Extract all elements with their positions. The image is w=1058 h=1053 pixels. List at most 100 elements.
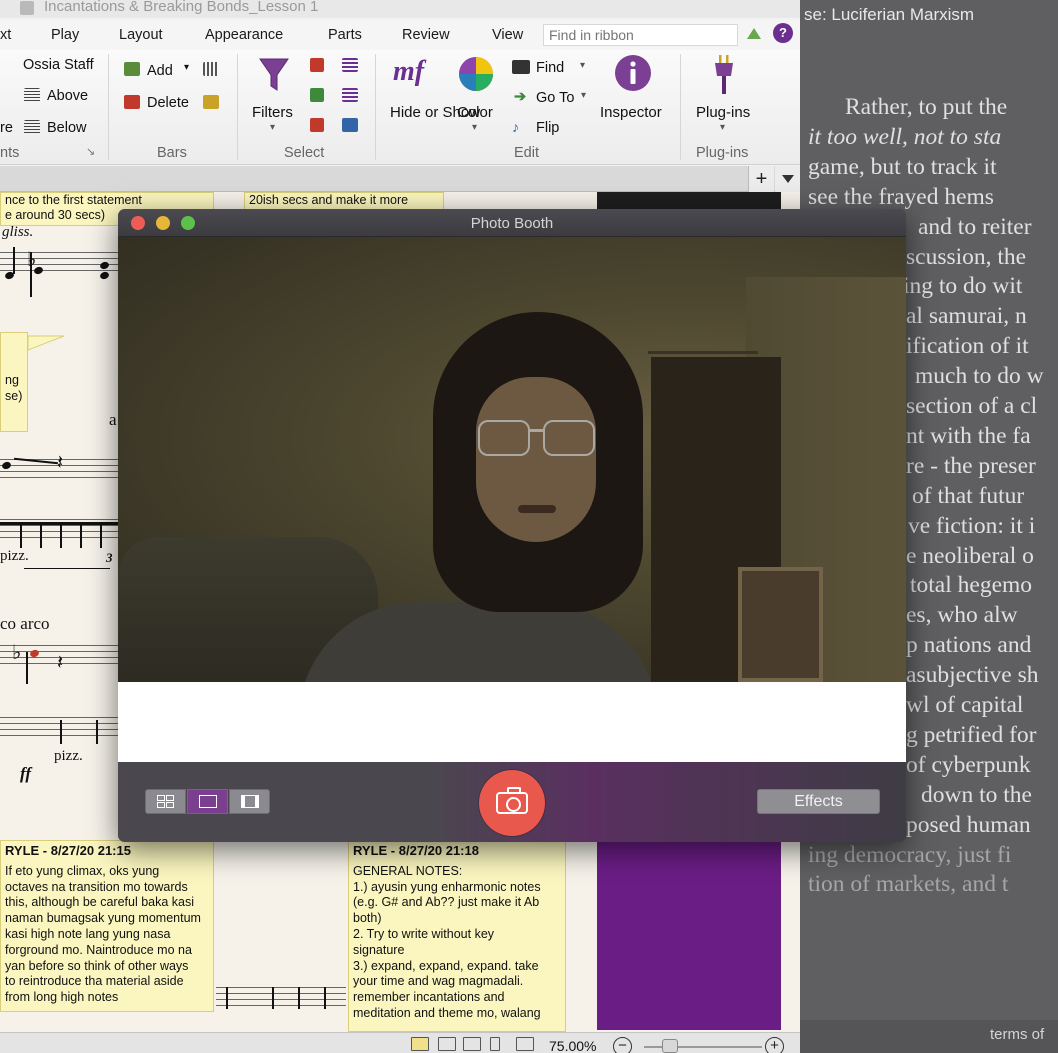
reader-line: and to reiter <box>918 213 1032 240</box>
video-mode-button[interactable] <box>229 789 270 814</box>
hide-or-show-icon: mf <box>393 56 425 87</box>
add-bar-dropdown-icon[interactable]: ▾ <box>184 62 189 73</box>
photo-booth-titlebar[interactable]: Photo Booth <box>118 209 906 237</box>
four-up-mode-button[interactable] <box>145 789 186 814</box>
photo-booth-title: Photo Booth <box>470 215 554 232</box>
view-single-page-icon[interactable] <box>490 1037 500 1051</box>
glasses-lens-left <box>478 420 530 456</box>
tab-appearance[interactable]: Appearance <box>205 27 283 43</box>
find-button[interactable]: Find <box>536 60 564 76</box>
reader-line: of cyberpunk <box>906 751 1031 778</box>
gliss-marking: gliss. <box>2 224 34 240</box>
ossia-below-button[interactable]: Below <box>47 120 87 136</box>
help-icon[interactable]: ? <box>773 23 793 43</box>
bar-numbers-icon[interactable] <box>203 95 219 109</box>
reader-line: asubjective sh <box>906 662 1039 689</box>
comment-body: GENERAL NOTES: 1.) ayusin yung enharmoni… <box>353 863 541 1020</box>
delete-bar-button[interactable]: Delete <box>147 95 189 111</box>
grid-icon <box>166 795 174 801</box>
effects-button[interactable]: Effects <box>757 789 880 814</box>
dialog-launcher-icon[interactable]: ↘ <box>86 145 95 158</box>
rest: 𝄽 <box>57 452 64 474</box>
new-tab-button[interactable]: + <box>748 166 774 192</box>
tab-text[interactable]: xt <box>0 27 11 43</box>
camera-preview <box>118 237 906 682</box>
select-notes-icon[interactable] <box>342 118 358 132</box>
film-icon <box>241 795 259 808</box>
color-button[interactable]: Color <box>457 104 493 121</box>
review-comment-1[interactable]: RYLE - 8/27/20 21:15 If eto yung climax,… <box>0 840 214 1012</box>
view-image-icon[interactable] <box>516 1037 534 1051</box>
photo-strip-area <box>118 682 906 762</box>
view-multi-page-icon[interactable] <box>463 1037 481 1051</box>
find-dropdown-icon[interactable]: ▾ <box>580 60 585 71</box>
score-fragment-a: a <box>109 410 117 429</box>
reader-line: total hegemo <box>910 572 1033 599</box>
reader-line: posed human <box>906 811 1031 838</box>
zoom-in-button[interactable]: + <box>765 1037 784 1053</box>
select-more-icon[interactable] <box>310 58 324 72</box>
collapse-ribbon-icon[interactable] <box>747 28 761 39</box>
plugins-plug-icon <box>715 55 733 94</box>
ossia-above-button[interactable]: Above <box>47 88 88 104</box>
reader-footer-link[interactable]: terms of <box>990 1026 1044 1043</box>
comment-left-fragment[interactable]: ng se) <box>0 332 28 432</box>
select-group-label: Select <box>284 145 325 161</box>
plugins-group-label: Plug-ins <box>696 145 749 161</box>
add-bar-button[interactable]: Add <box>147 63 173 79</box>
zoom-out-button[interactable]: − <box>613 1037 632 1053</box>
review-comment-2[interactable]: RYLE - 8/27/20 21:18 GENERAL NOTES: 1.) … <box>348 840 566 1032</box>
tab-menu-icon[interactable] <box>775 166 800 192</box>
comment-top-right[interactable]: 20ish secs and make it more <box>244 192 444 210</box>
go-to-dropdown-icon[interactable]: ▾ <box>581 90 586 101</box>
note-stem <box>20 522 22 548</box>
note-stem <box>272 987 274 1009</box>
select-less-icon[interactable] <box>310 88 324 102</box>
find-in-ribbon-input[interactable] <box>543 24 738 46</box>
group-separator <box>375 54 376 160</box>
tab-parts[interactable]: Parts <box>328 27 362 43</box>
tab-layout[interactable]: Layout <box>119 27 163 43</box>
select-system-icon[interactable] <box>342 58 358 72</box>
tab-view[interactable]: View <box>492 27 523 43</box>
document-tab-bar <box>0 166 800 192</box>
flat-sign: ♭ <box>27 249 37 271</box>
view-panorama-icon[interactable] <box>411 1037 429 1051</box>
comment-header: RYLE - 8/27/20 21:15 <box>5 843 131 858</box>
staff <box>216 982 346 1010</box>
go-to-arrow-icon: ➔ <box>514 89 527 105</box>
reader-line: ing democracy, just fi <box>808 841 1012 868</box>
flat-sign: ♭ <box>12 642 22 664</box>
note-stem <box>60 522 62 548</box>
reader-line: it too well, not to sta <box>808 123 1002 150</box>
plugins-button[interactable]: Plug-ins <box>696 104 750 121</box>
tab-play[interactable]: Play <box>51 27 79 43</box>
split-bar-icon[interactable] <box>203 62 219 76</box>
flip-button[interactable]: Flip <box>536 120 559 136</box>
color-dropdown-icon[interactable]: ▾ <box>472 122 477 133</box>
select-passage-icon[interactable] <box>310 118 324 132</box>
filters-dropdown-icon[interactable]: ▾ <box>270 122 275 133</box>
add-bar-icon <box>124 62 140 76</box>
bars-group-label: Bars <box>157 145 187 161</box>
note-stem <box>13 247 15 274</box>
filters-button[interactable]: Filters <box>252 104 293 121</box>
comment-text: nce to the first statement <box>5 193 142 207</box>
note-stem <box>60 720 62 744</box>
reader-line: e neoliberal o <box>906 542 1034 569</box>
inspector-button[interactable]: Inspector <box>600 104 662 121</box>
reader-line: ing to do wit <box>903 273 1023 300</box>
take-photo-button[interactable] <box>479 770 545 836</box>
note-stem <box>324 987 326 1009</box>
plugins-dropdown-icon[interactable]: ▾ <box>720 122 725 133</box>
go-to-button[interactable]: Go To <box>536 90 574 106</box>
tab-review[interactable]: Review <box>402 27 450 43</box>
glasses-bridge <box>530 429 544 432</box>
zoom-slider-knob[interactable] <box>661 1039 678 1053</box>
note-stem <box>26 652 28 684</box>
view-spreads-icon[interactable] <box>438 1037 456 1051</box>
select-graphic-icon[interactable] <box>342 88 358 102</box>
single-photo-mode-button[interactable] <box>187 789 228 814</box>
reader-line: ve fiction: it i <box>908 512 1036 539</box>
note-stem <box>100 522 102 548</box>
